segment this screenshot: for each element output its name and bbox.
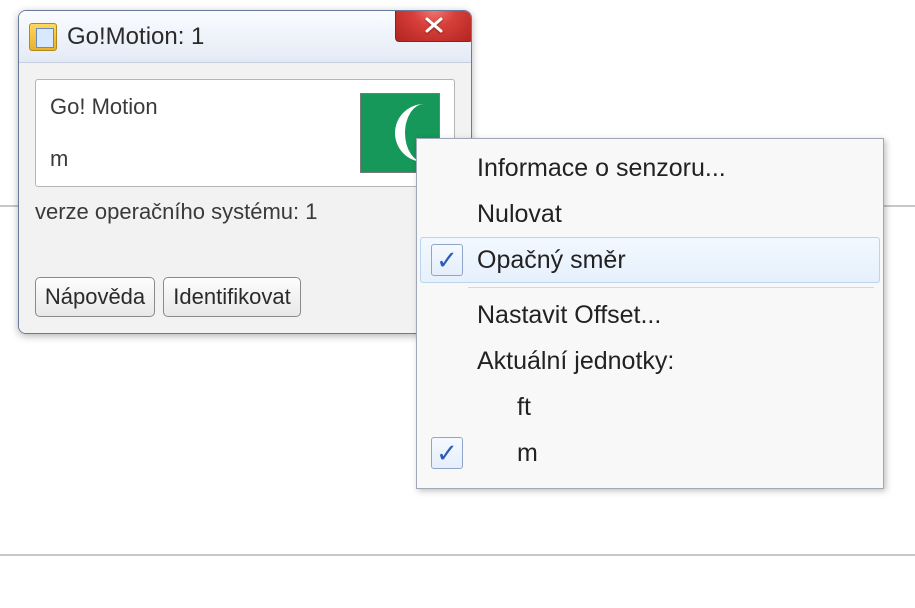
sensor-name: Go! Motion	[50, 94, 350, 120]
menu-label: m	[477, 439, 538, 468]
menu-item-sensor-info[interactable]: Informace o senzoru...	[420, 145, 880, 191]
menu-label: ft	[477, 393, 531, 422]
identify-button[interactable]: Identifikovat	[163, 277, 301, 317]
sensor-panel[interactable]: Go! Motion m	[35, 79, 455, 187]
menu-item-reverse-direction[interactable]: ✓ Opačný směr	[420, 237, 880, 283]
page-divider-bottom	[0, 554, 915, 556]
close-button[interactable]	[395, 10, 472, 42]
sensor-dialog: Go!Motion: 1 Go! Motion m verze operační…	[18, 10, 472, 334]
menu-item-set-offset[interactable]: Nastavit Offset...	[420, 292, 880, 338]
check-slot	[427, 299, 467, 331]
menu-item-unit-m[interactable]: ✓ m	[420, 430, 880, 476]
checkmark-icon: ✓	[436, 440, 458, 466]
checkbox-icon: ✓	[431, 244, 463, 276]
checkbox-icon: ✓	[431, 437, 463, 469]
check-slot	[427, 391, 467, 423]
menu-separator	[468, 287, 874, 288]
titlebar[interactable]: Go!Motion: 1	[19, 11, 471, 63]
sensor-unit: m	[50, 146, 350, 172]
checkmark-icon: ✓	[436, 247, 458, 273]
dialog-body: Go! Motion m verze operačního systému: 1…	[19, 63, 471, 333]
check-slot: ✓	[427, 244, 467, 276]
check-slot	[427, 152, 467, 184]
menu-label: Nulovat	[477, 200, 562, 229]
menu-label: Informace o senzoru...	[477, 154, 726, 183]
sensor-context-menu: Informace o senzoru... Nulovat ✓ Opačný …	[416, 138, 884, 489]
help-button[interactable]: Nápověda	[35, 277, 155, 317]
menu-item-zero[interactable]: Nulovat	[420, 191, 880, 237]
menu-item-unit-ft[interactable]: ft	[420, 384, 880, 430]
check-slot	[427, 198, 467, 230]
menu-label: Nastavit Offset...	[477, 301, 661, 330]
close-icon	[424, 17, 444, 33]
menu-item-units-header: Aktuální jednotky:	[420, 338, 880, 384]
menu-label: Opačný směr	[477, 246, 626, 275]
menu-label: Aktuální jednotky:	[477, 347, 674, 376]
check-slot	[427, 345, 467, 377]
window-title: Go!Motion: 1	[67, 23, 204, 51]
app-icon	[29, 23, 57, 51]
os-version-label: verze operačního systému: 1	[35, 199, 455, 225]
check-slot: ✓	[427, 437, 467, 469]
